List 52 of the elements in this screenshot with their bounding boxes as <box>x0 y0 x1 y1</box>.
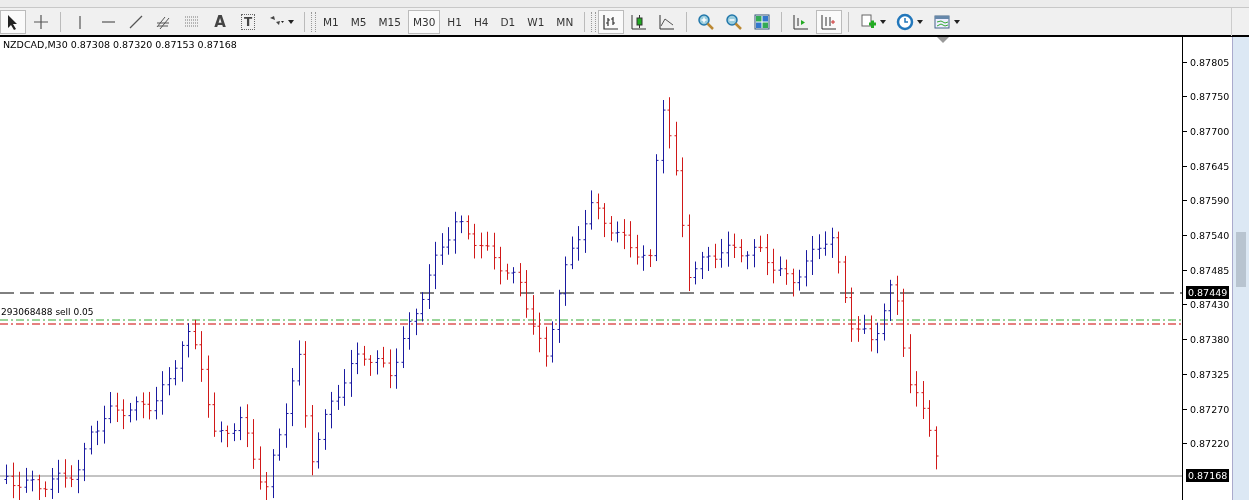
chart-info-text: NZDCAD,M30 0.87308 0.87320 0.87153 0.87168 <box>3 39 237 50</box>
label-tool-button[interactable]: T <box>235 10 261 34</box>
shift-icon <box>820 13 839 31</box>
price-tick-label: 0.87430 <box>1190 299 1230 311</box>
line-icon <box>658 13 677 31</box>
timeframe-button[interactable]: M30 <box>407 10 441 34</box>
timeframe-button[interactable]: M5 <box>345 10 372 34</box>
shift-tool-button[interactable] <box>816 10 843 34</box>
price-tick-label: 0.87270 <box>1190 403 1230 415</box>
price-tick-label: 0.87645 <box>1190 160 1230 172</box>
zoom-out-icon <box>725 13 744 31</box>
timeframe-button[interactable]: D1 <box>495 10 521 34</box>
timeframe-button[interactable]: MN <box>551 10 579 34</box>
autoscroll-icon <box>792 13 811 31</box>
templates-icon <box>933 13 952 31</box>
timeframe-button[interactable]: H4 <box>468 10 494 34</box>
price-tick-label: 0.87590 <box>1190 195 1230 207</box>
periods-icon <box>896 13 915 31</box>
indicators-icon <box>859 13 878 31</box>
timeframe-button[interactable]: M1 <box>318 10 344 34</box>
caret-icon <box>917 20 924 24</box>
timeframe-button[interactable]: M15 <box>373 10 406 34</box>
vertical-scrollbar[interactable] <box>1232 37 1249 500</box>
zoom-in-icon <box>697 13 716 31</box>
candles-icon <box>630 13 649 31</box>
price-tick-label: 0.87700 <box>1190 125 1230 137</box>
crosshair-icon <box>32 13 50 31</box>
price-tick-label: 0.87805 <box>1190 56 1230 68</box>
price-tick-label: 0.87220 <box>1190 438 1230 450</box>
last-price-marker: 0.87168 <box>1186 469 1230 482</box>
price-tick-label: 0.87325 <box>1190 368 1230 380</box>
price-tick-label: 0.87380 <box>1190 334 1230 346</box>
text-tool-glyph: A <box>214 13 226 31</box>
text-tool-glyph: T <box>240 14 256 30</box>
trend-icon <box>127 13 145 31</box>
caret-icon <box>954 20 961 24</box>
timeframe-button[interactable]: W1 <box>522 10 550 34</box>
price-tick-label: 0.87540 <box>1190 230 1230 241</box>
caret-icon <box>288 20 294 24</box>
timeframe-button[interactable]: H1 <box>442 10 467 34</box>
price-tick-label: 0.87750 <box>1190 91 1230 103</box>
tile-icon <box>753 13 772 31</box>
bars-tool-button[interactable] <box>598 10 625 34</box>
text-tool-button[interactable]: A <box>207 10 233 34</box>
order-label: 293068488 sell 0.05 <box>1 307 94 317</box>
bid-price-marker: 0.87449 <box>1186 286 1230 299</box>
hline-icon <box>101 21 115 23</box>
vline-icon <box>79 15 81 29</box>
bars-icon <box>602 13 621 31</box>
cursor-tool-button[interactable] <box>0 10 26 34</box>
caret-icon <box>880 20 887 24</box>
price-tick-label: 0.87485 <box>1190 264 1230 276</box>
